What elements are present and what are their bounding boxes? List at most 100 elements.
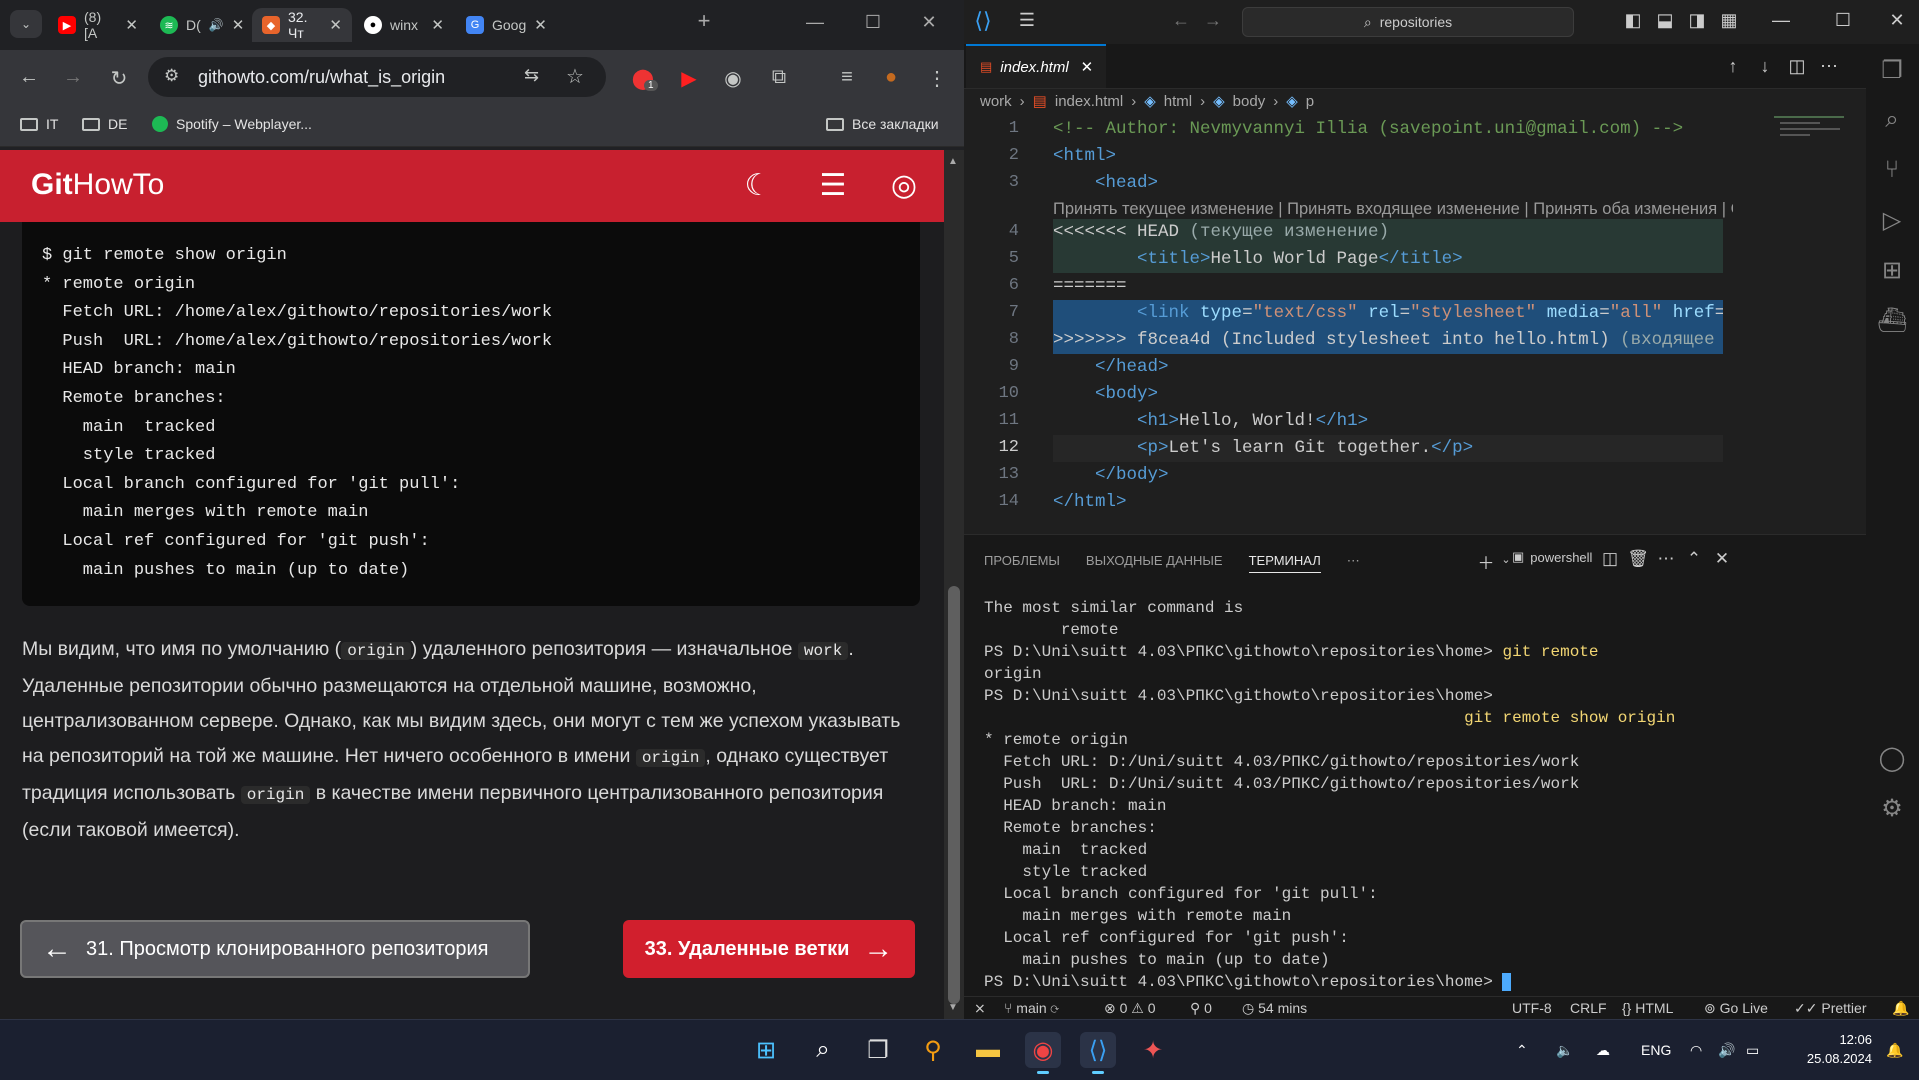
- language-mode[interactable]: {} HTML: [1622, 1000, 1673, 1016]
- nav-forward-icon[interactable]: →: [1200, 10, 1226, 31]
- time-tracker[interactable]: ◷ 54 mins: [1242, 1000, 1307, 1017]
- scroll-up-icon[interactable]: ▲: [948, 156, 958, 167]
- more-actions-icon[interactable]: ⋯: [1654, 549, 1678, 569]
- tab-youtube[interactable]: ▶ (8) [A ✕: [48, 8, 148, 42]
- tray-overflow-icon[interactable]: ⌃: [1516, 1020, 1528, 1080]
- address-bar[interactable]: ⚙ githowto.com/ru/what_is_origin ⇆ ☆: [148, 57, 606, 97]
- bookmark-de[interactable]: DE: [82, 116, 127, 132]
- trash-icon[interactable]: 🗑: [1626, 549, 1650, 569]
- close-icon[interactable]: ✕: [431, 16, 444, 34]
- scroll-down-icon[interactable]: ▼: [948, 1002, 958, 1013]
- close-panel-icon[interactable]: ✕: [1710, 549, 1734, 569]
- search-app-icon[interactable]: ⚲: [915, 1032, 951, 1068]
- avatar[interactable]: ●: [878, 66, 904, 89]
- explorer-icon[interactable]: ❐: [1877, 56, 1907, 86]
- next-conflict-icon[interactable]: ↓: [1752, 56, 1778, 77]
- file-explorer-icon[interactable]: ▬: [970, 1032, 1006, 1068]
- site-info-icon[interactable]: ⚙: [164, 66, 179, 86]
- ports-status[interactable]: ⚲ 0: [1190, 1000, 1212, 1017]
- vscode-icon[interactable]: ⟨⟩: [1080, 1032, 1116, 1074]
- extensions-puzzle-icon[interactable]: ⧉: [766, 66, 792, 89]
- close-window-button[interactable]: ✕: [1884, 10, 1910, 31]
- bookmark-star-icon[interactable]: ☆: [566, 64, 584, 89]
- bookmark-it[interactable]: IT: [20, 116, 58, 132]
- branch-status[interactable]: ⑂ main ⟳: [1004, 1000, 1059, 1016]
- merge-codelens[interactable]: Принять текущее изменение | Принять вход…: [1053, 200, 1733, 219]
- tab-github[interactable]: ● winx ✕: [354, 8, 454, 42]
- tab-spotify[interactable]: ≋ D( 🔊 ✕: [150, 8, 250, 42]
- go-live-button[interactable]: ⊚ Go Live: [1704, 1000, 1768, 1017]
- breadcrumb-item[interactable]: index.html: [1055, 93, 1123, 110]
- close-icon[interactable]: ✕: [329, 16, 342, 34]
- minimize-button[interactable]: —: [1768, 10, 1794, 31]
- terminal-output[interactable]: The most similar command is remote PS D:…: [984, 597, 1675, 993]
- prettier-status[interactable]: ✓✓ Prettier: [1794, 1000, 1866, 1017]
- toggle-panel-icon[interactable]: ⬓: [1652, 10, 1678, 31]
- tab-google-translate[interactable]: G Goog ✕: [456, 8, 556, 42]
- more-actions-icon[interactable]: ⋯: [1816, 56, 1842, 77]
- split-terminal-icon[interactable]: ◫: [1598, 549, 1622, 569]
- settings-gear-icon[interactable]: ⚙: [1877, 794, 1907, 824]
- minimize-button[interactable]: —: [800, 12, 830, 33]
- nav-back-icon[interactable]: ←: [1168, 10, 1194, 31]
- command-center-search[interactable]: ⌕ repositories: [1242, 7, 1574, 37]
- prev-lesson-button[interactable]: ← 31. Просмотр клонированного репозитори…: [20, 920, 530, 978]
- prev-conflict-icon[interactable]: ↑: [1720, 56, 1746, 77]
- toggle-secondary-sidebar-icon[interactable]: ◨: [1684, 10, 1710, 31]
- youtube-extension-icon[interactable]: ▶: [676, 66, 702, 91]
- toggle-sidebar-icon[interactable]: ◧: [1620, 10, 1646, 31]
- notifications-bell-icon[interactable]: 🔔: [1892, 1000, 1909, 1017]
- menu-icon[interactable]: ☰: [1014, 10, 1040, 31]
- git-client-icon[interactable]: ✦: [1135, 1032, 1171, 1068]
- split-editor-icon[interactable]: ◫: [1784, 56, 1810, 77]
- tab-terminal[interactable]: ТЕРМИНАЛ: [1248, 553, 1321, 573]
- search-icon[interactable]: ⌕: [1877, 106, 1907, 136]
- account-icon[interactable]: ◯: [1877, 744, 1907, 774]
- code-editor[interactable]: 1 2 3 4 5 6 7 8 9 10 11 12 13 14 <!-- Au…: [964, 114, 1866, 534]
- hamburger-menu-icon[interactable]: ☰: [815, 168, 851, 203]
- minimap[interactable]: [1774, 110, 1864, 440]
- all-bookmarks[interactable]: Все закладки: [826, 116, 939, 132]
- theme-toggle-icon[interactable]: ☾: [740, 168, 776, 203]
- task-view-icon[interactable]: ❐: [860, 1032, 896, 1068]
- media-control-icon[interactable]: ≡: [834, 66, 860, 89]
- terminal-profile[interactable]: ▣ powershell: [1512, 549, 1592, 565]
- bookmark-spotify[interactable]: Spotify – Webplayer...: [152, 116, 312, 132]
- maximize-button[interactable]: ☐: [858, 12, 888, 33]
- breadcrumb-item[interactable]: p: [1306, 93, 1314, 110]
- extensions-icon[interactable]: ⊞: [1877, 256, 1907, 286]
- chrome-icon[interactable]: ◉: [1025, 1032, 1061, 1074]
- tab-githowto[interactable]: ◆ 32. Чт ✕: [252, 8, 352, 42]
- wifi-icon[interactable]: ◠: [1690, 1020, 1702, 1080]
- maximize-panel-icon[interactable]: ⌃: [1682, 549, 1706, 569]
- check-extension-icon[interactable]: ◉: [720, 66, 746, 91]
- run-debug-icon[interactable]: ▷: [1877, 206, 1907, 236]
- onedrive-icon[interactable]: ☁: [1596, 1020, 1610, 1080]
- customize-layout-icon[interactable]: ▦: [1716, 10, 1742, 31]
- source-control-icon[interactable]: ⑂: [1877, 156, 1907, 186]
- language-indicator[interactable]: ENG: [1641, 1020, 1671, 1080]
- eol-status[interactable]: CRLF: [1570, 1000, 1607, 1016]
- breadcrumb-item[interactable]: work: [980, 93, 1012, 110]
- start-windows-icon[interactable]: ⊞: [748, 1032, 784, 1068]
- tab-index-html[interactable]: ▤ index.html ✕: [966, 44, 1106, 88]
- site-logo[interactable]: GitHowTo: [31, 168, 164, 202]
- menu-icon[interactable]: ⋮: [924, 66, 950, 91]
- problems-status[interactable]: ⊗ 0 ⚠ 0: [1104, 1000, 1156, 1017]
- back-icon[interactable]: ←: [16, 66, 42, 89]
- close-icon[interactable]: ✕: [125, 16, 138, 34]
- breadcrumb-item[interactable]: body: [1233, 93, 1266, 110]
- search-icon[interactable]: ⌕: [805, 1032, 841, 1068]
- docker-icon[interactable]: ⛴: [1877, 306, 1907, 336]
- reload-icon[interactable]: ↻: [106, 66, 132, 91]
- notification-bell-icon[interactable]: 🔔: [1886, 1020, 1903, 1080]
- close-window-button[interactable]: ✕: [914, 12, 944, 33]
- clock[interactable]: 12:06 25.08.2024: [1792, 1030, 1872, 1068]
- tab-problems[interactable]: ПРОБЛЕМЫ: [984, 553, 1060, 573]
- new-tab-button[interactable]: +: [689, 8, 719, 34]
- breadcrumb-item[interactable]: html: [1164, 93, 1192, 110]
- translate-icon[interactable]: ⇆: [524, 65, 539, 86]
- volume-tray-icon[interactable]: 🔈: [1556, 1020, 1573, 1080]
- forward-icon[interactable]: →: [60, 66, 86, 89]
- close-icon[interactable]: ✕: [1081, 58, 1094, 76]
